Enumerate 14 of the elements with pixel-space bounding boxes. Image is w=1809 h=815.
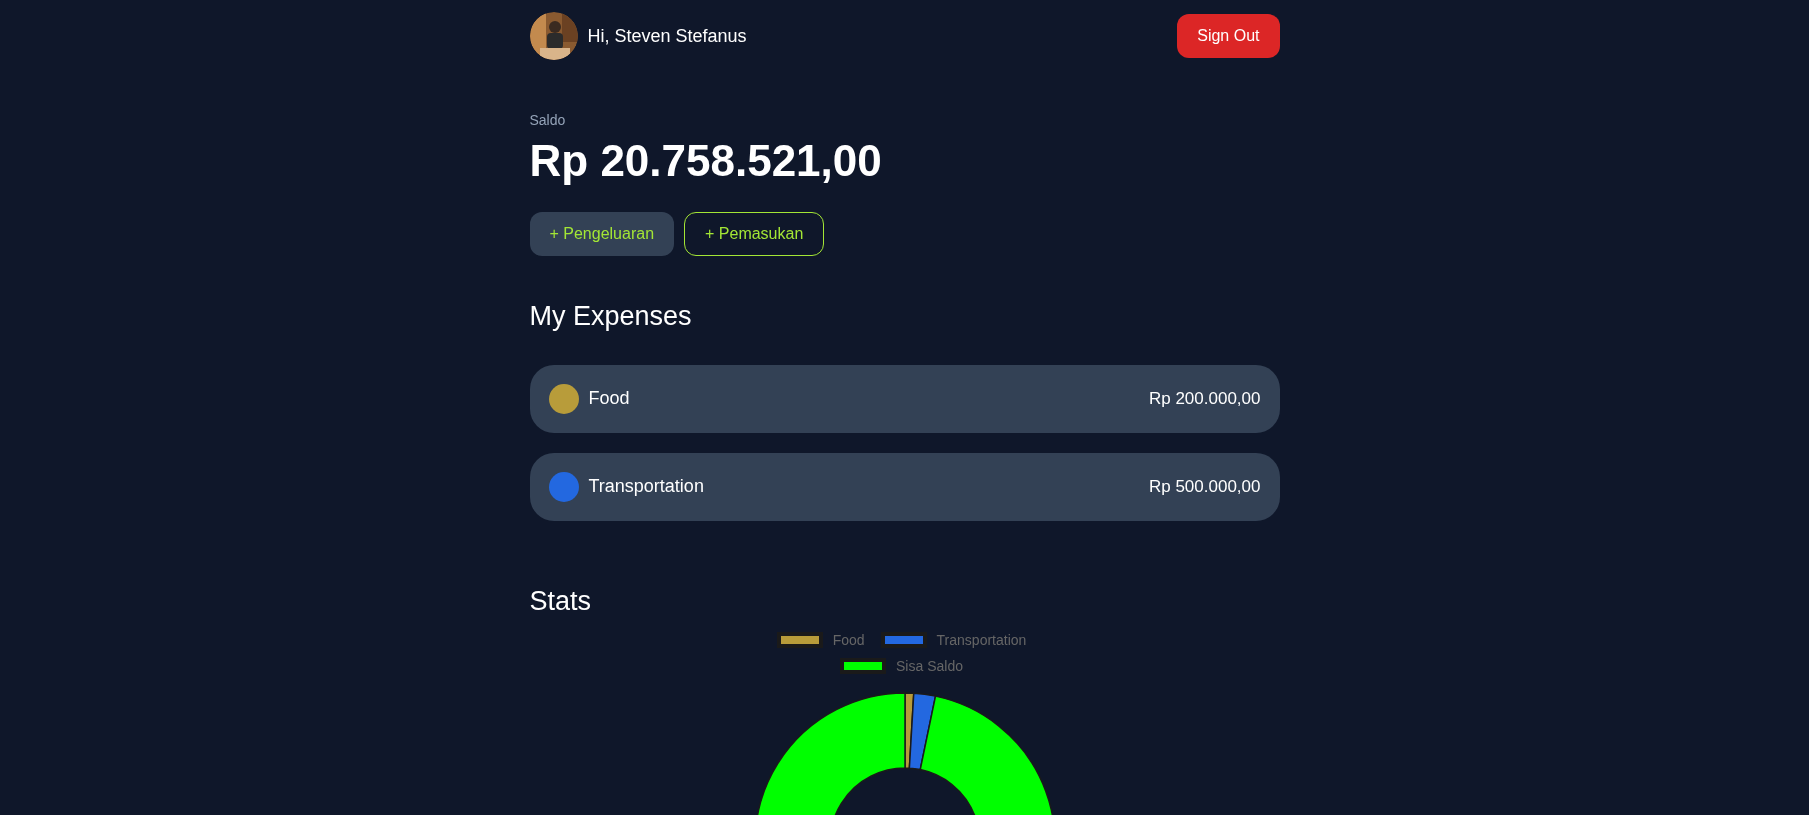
add-income-button[interactable]: + Pemasukan [684, 212, 825, 256]
expense-amount: Rp 200.000,00 [1148, 387, 1261, 410]
greeting-text: Hi, Steven Stefanus [587, 24, 747, 48]
sign-out-button[interactable]: Sign Out [1177, 14, 1280, 58]
add-expense-button[interactable]: + Pengeluaran [529, 212, 675, 256]
expense-amount: Rp 500.000,00 [1148, 475, 1261, 498]
category-name: Food [588, 387, 630, 410]
balance-label: Saldo [529, 111, 566, 130]
expense-row[interactable]: Transportation Rp 500.000,00 [529, 452, 1280, 521]
balance-amount: Rp 20.758.521,00 [529, 135, 882, 187]
expense-row[interactable]: Food Rp 200.000,00 [529, 364, 1280, 433]
category-name: Transportation [588, 475, 704, 498]
section-title: Stats [529, 584, 592, 618]
section-title: My Expenses [529, 300, 692, 333]
